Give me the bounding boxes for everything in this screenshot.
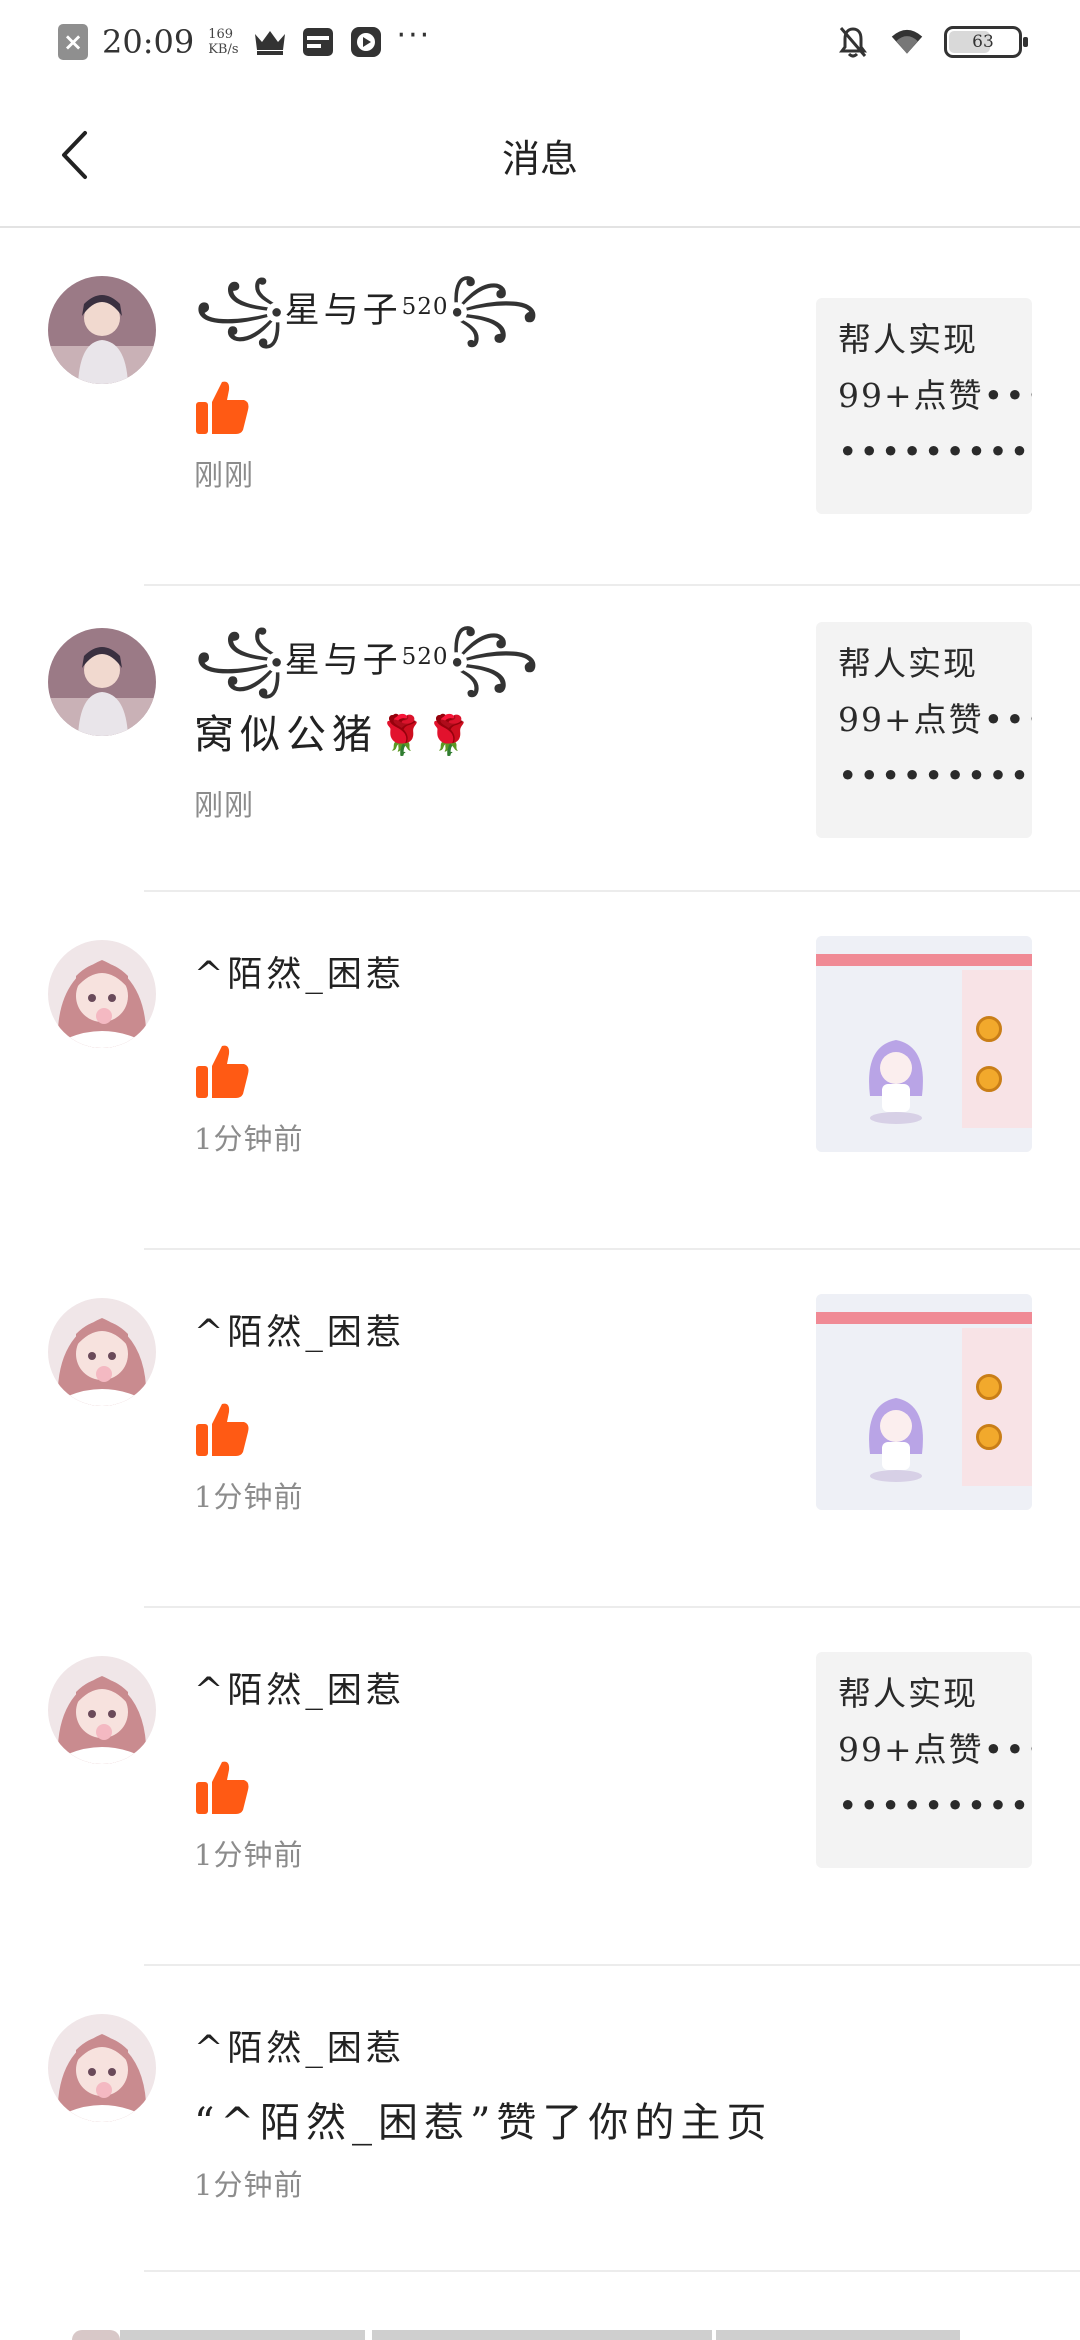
- page-title: 消息: [501, 137, 578, 181]
- avatar[interactable]: [48, 940, 156, 1048]
- user-name[interactable]: ^陌然_困惹: [194, 1288, 750, 1370]
- list-item[interactable]: ^陌然_困惹 1分钟前 帮人实现 99+点赞••• ••••••••••••: [0, 1608, 1080, 1966]
- list-item[interactable]: ^陌然_困惹 1分钟前: [0, 1250, 1080, 1608]
- post-preview[interactable]: [816, 1294, 1032, 1510]
- post-preview[interactable]: [816, 936, 1032, 1152]
- post-preview[interactable]: 帮人实现 99+点赞••• ••••••••••••: [816, 622, 1032, 838]
- message-time: 1分钟前: [194, 2168, 304, 2202]
- user-name[interactable]: ^陌然_困惹: [194, 930, 750, 1012]
- list-item[interactable]: ꧁ 星与子 520 ꧂ 窝似公猪🌹🌹 刚刚 帮人实现 99+点赞••• •••••…: [0, 586, 1080, 892]
- user-name[interactable]: ꧁ 星与子 520 ꧂: [194, 616, 750, 698]
- message-time: 1分钟前: [194, 1480, 304, 1514]
- flourish-icon: ꧂: [448, 273, 540, 341]
- user-name[interactable]: ꧁ 星与子 520 ꧂: [194, 266, 750, 348]
- comment-text: “^陌然_困惹”赞了你的主页: [194, 2100, 773, 2146]
- message-time: 刚刚: [194, 458, 255, 492]
- status-time: 20:09: [102, 23, 195, 61]
- mute-icon: [836, 25, 870, 59]
- list-item[interactable]: ^陌然_困惹 1分钟前: [0, 892, 1080, 1250]
- wifi-icon: [890, 25, 924, 59]
- close-notification-icon: ×: [58, 24, 88, 60]
- post-preview[interactable]: 帮人实现 99+点赞••• ••••••••••••: [816, 298, 1032, 514]
- network-speed: 169 KB/s: [208, 27, 239, 57]
- flourish-icon: ꧁: [194, 273, 285, 341]
- crown-icon: [253, 25, 287, 59]
- avatar[interactable]: [48, 276, 156, 384]
- message-time: 刚刚: [194, 788, 255, 822]
- battery-icon: 63: [944, 26, 1028, 58]
- thumbs-up-icon: [196, 1403, 249, 1456]
- thumbs-up-icon: [196, 1761, 249, 1814]
- message-time: 1分钟前: [194, 1838, 304, 1872]
- more-notifications-icon: ···: [396, 17, 432, 53]
- screenshot-thumbnail: [816, 936, 1032, 1152]
- thumbs-up-icon: [196, 381, 249, 434]
- flourish-icon: ꧁: [194, 623, 285, 691]
- card-icon: [301, 25, 335, 59]
- next-item-peek: [0, 2330, 1080, 2340]
- avatar[interactable]: [48, 2014, 156, 2122]
- status-bar: × 20:09 169 KB/s ··· 63: [0, 0, 1080, 84]
- list-item[interactable]: ^陌然_困惹 “^陌然_困惹”赞了你的主页 1分钟前: [0, 1966, 1080, 2272]
- post-preview[interactable]: 帮人实现 99+点赞••• ••••••••••••: [816, 1652, 1032, 1868]
- comment-text: 窝似公猪🌹🌹: [194, 712, 473, 758]
- thumbs-up-icon: [196, 1045, 249, 1098]
- avatar[interactable]: [48, 628, 156, 736]
- user-name[interactable]: ^陌然_困惹: [194, 1646, 750, 1728]
- screenshot-thumbnail: [816, 1294, 1032, 1510]
- message-time: 1分钟前: [194, 1122, 304, 1156]
- flourish-icon: ꧂: [448, 623, 540, 691]
- header: 消息: [0, 84, 1080, 228]
- message-list: ꧁ 星与子520 ꧂ 刚刚 帮人实现 99+点赞••• ••••••••••••…: [0, 228, 1080, 2272]
- play-icon: [349, 25, 383, 59]
- user-name[interactable]: ^陌然_困惹: [194, 2004, 1020, 2086]
- avatar[interactable]: [48, 1656, 156, 1764]
- list-item[interactable]: ꧁ 星与子520 ꧂ 刚刚 帮人实现 99+点赞••• ••••••••••••: [0, 228, 1080, 586]
- avatar[interactable]: [48, 1298, 156, 1406]
